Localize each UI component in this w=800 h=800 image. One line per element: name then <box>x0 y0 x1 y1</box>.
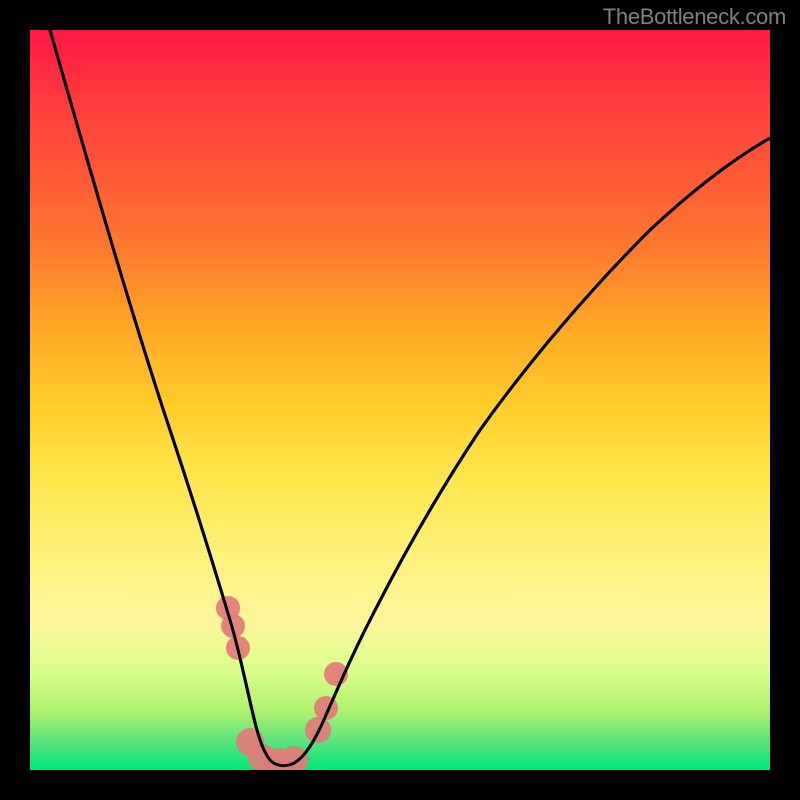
watermark-text: TheBottleneck.com <box>603 4 786 30</box>
marker-group <box>216 596 348 770</box>
chart-frame: TheBottleneck.com <box>0 0 800 800</box>
plot-area <box>30 30 770 770</box>
curve-svg <box>30 30 770 770</box>
bottleneck-curve-overlay <box>50 30 770 766</box>
